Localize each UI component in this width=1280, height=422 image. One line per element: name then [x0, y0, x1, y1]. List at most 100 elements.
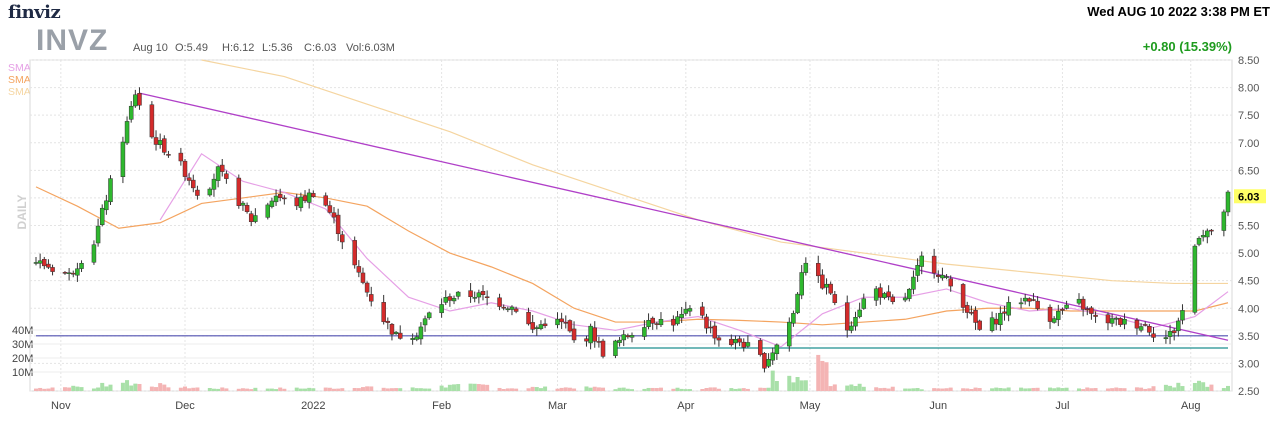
- volume-bar: [588, 387, 593, 391]
- price-chart[interactable]: 8.508.007.507.006.506.005.505.004.504.00…: [0, 0, 1280, 422]
- candle-body: [153, 137, 159, 145]
- volume-bar: [75, 386, 80, 391]
- candle-body: [940, 274, 945, 279]
- candle-body: [555, 318, 560, 326]
- volume-bar: [741, 388, 746, 391]
- volume-axis-label: 30M: [12, 339, 33, 351]
- candle-body: [505, 308, 511, 311]
- candle-body: [253, 215, 258, 222]
- candle-body: [360, 272, 366, 283]
- volume-bar: [559, 387, 564, 391]
- volume-bar: [104, 386, 109, 391]
- volume-bar: [857, 383, 862, 391]
- volume-bar: [745, 388, 750, 391]
- volume-bar: [472, 383, 477, 391]
- candle-body: [675, 316, 680, 325]
- candle-body: [820, 274, 825, 289]
- volume-bar: [1093, 388, 1098, 391]
- candle-body: [799, 272, 804, 296]
- candle-body: [451, 298, 457, 302]
- candle-body: [224, 173, 229, 179]
- candle-body: [803, 262, 809, 273]
- candle-body: [472, 297, 477, 299]
- candle-body: [178, 152, 184, 162]
- candle-body: [410, 338, 415, 340]
- candle-body: [886, 291, 891, 297]
- volume-bar: [220, 387, 225, 391]
- candle-body: [762, 353, 767, 369]
- candle-body: [1142, 324, 1148, 326]
- volume-bar: [791, 382, 796, 391]
- volume-bar: [1201, 382, 1206, 391]
- volume-bar: [178, 387, 183, 391]
- candle-body: [538, 324, 544, 329]
- volume-bar: [816, 354, 821, 391]
- candle-body: [890, 296, 895, 302]
- x-tick-label: Feb: [432, 400, 451, 412]
- volume-bar: [447, 384, 452, 391]
- volume-bar: [712, 387, 717, 391]
- volume-bar: [795, 376, 800, 391]
- volume-bar: [845, 385, 850, 391]
- volume-bar: [125, 380, 130, 391]
- y-tick-label: 3.00: [1238, 358, 1259, 370]
- volume-bar: [166, 387, 171, 391]
- candle-body: [1006, 302, 1011, 316]
- volume-bar: [787, 375, 792, 391]
- candle-body: [853, 317, 858, 327]
- candle-body: [882, 293, 887, 298]
- volume-bar: [1205, 386, 1210, 391]
- volume-bar: [762, 387, 767, 391]
- candle-body: [75, 268, 80, 276]
- x-tick-label: Mar: [548, 400, 567, 412]
- candle-body: [716, 337, 722, 341]
- volume-bar: [886, 388, 891, 391]
- y-tick-label: 5.50: [1238, 221, 1259, 233]
- volume-bar: [323, 387, 328, 391]
- candle-body: [567, 320, 573, 332]
- volume-bar: [79, 387, 84, 391]
- candle-body: [248, 213, 254, 222]
- candle-body: [828, 283, 833, 294]
- volume-bar: [282, 388, 287, 391]
- volume-bar: [530, 386, 535, 391]
- volume-bar: [679, 388, 684, 391]
- volume-bar: [890, 386, 895, 391]
- candle-body: [389, 323, 395, 335]
- volume-bar: [1114, 387, 1119, 391]
- candle-body: [998, 312, 1003, 326]
- volume-bar: [133, 383, 138, 391]
- volume-bar: [67, 387, 72, 391]
- volume-bar: [1019, 387, 1024, 391]
- volume-bar: [154, 387, 159, 391]
- candle-body: [654, 323, 660, 325]
- volume-bar: [994, 387, 999, 391]
- candle-body: [397, 332, 403, 339]
- volume-bar: [1023, 388, 1028, 391]
- volume-bar: [704, 387, 709, 391]
- candle-body: [294, 197, 299, 207]
- candle-body: [1151, 333, 1156, 338]
- candle-body: [364, 282, 370, 293]
- volume-bar: [961, 388, 966, 391]
- x-tick-label: Dec: [175, 400, 195, 412]
- volume-bar: [1168, 385, 1173, 391]
- candle-body: [944, 276, 949, 278]
- volume-bar: [1031, 387, 1036, 391]
- candle-body: [385, 320, 391, 323]
- volume-bar: [1085, 387, 1090, 391]
- volume-bar: [1089, 388, 1094, 391]
- volume-bar: [1110, 388, 1115, 391]
- candle-body: [91, 244, 97, 263]
- candle-body: [629, 335, 635, 338]
- candle-body: [439, 304, 444, 314]
- volume-bar: [671, 388, 676, 391]
- candle-body: [679, 313, 684, 318]
- candle-body: [977, 320, 982, 330]
- candle-body: [712, 325, 718, 339]
- candle-body: [186, 177, 192, 181]
- y-tick-label: 8.50: [1238, 55, 1259, 67]
- candle-body: [1163, 337, 1169, 340]
- candle-body: [468, 290, 473, 298]
- candle-body: [1118, 318, 1123, 325]
